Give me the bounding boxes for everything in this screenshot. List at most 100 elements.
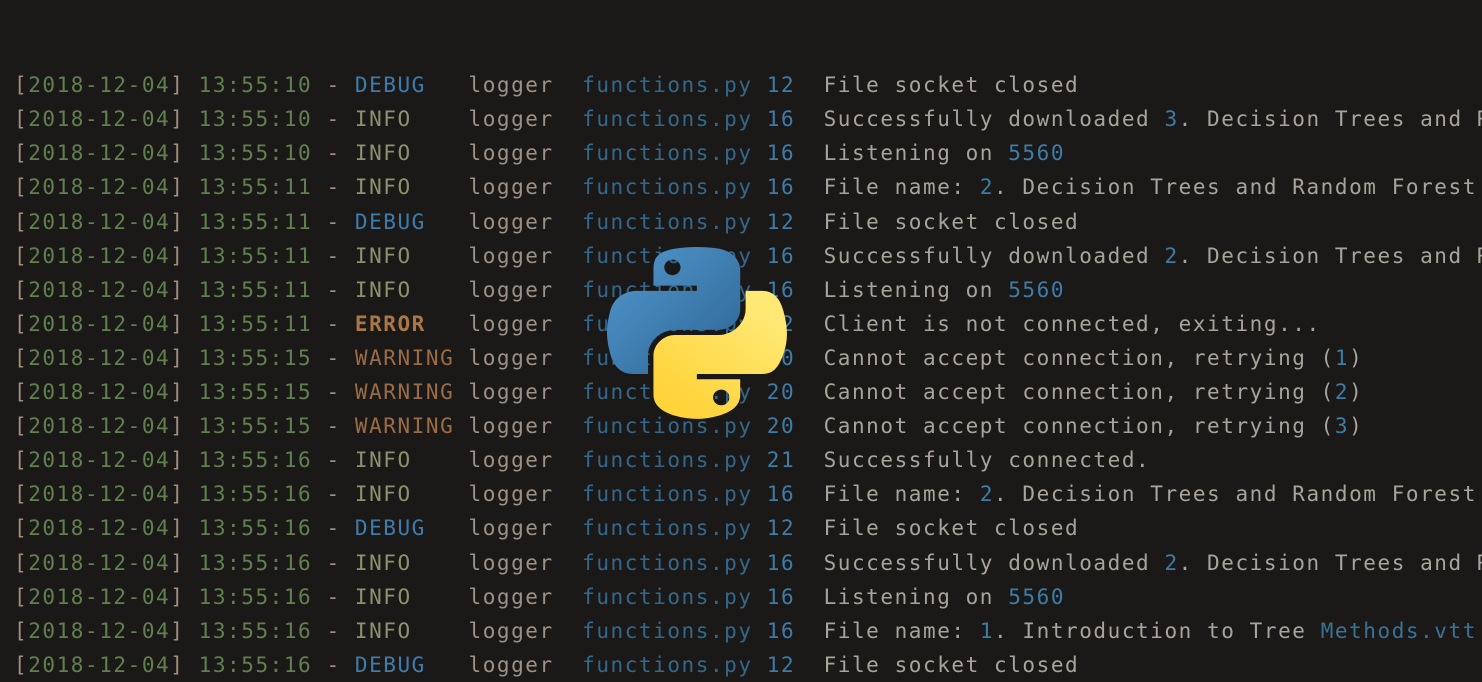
log-message-segment: . Decision Trees and Random Forest — [994, 175, 1477, 200]
log-message-segment: Cannot accept connection, retrying ( — [823, 380, 1335, 405]
log-time: 13:55:16 — [198, 584, 313, 609]
terminal-console[interactable]: [2018-12-04] 13:55:10 - DEBUG logger fun… — [0, 0, 1482, 682]
source-file: functions.py — [582, 141, 753, 166]
log-message: File name: 2. Decision Trees and Random … — [824, 175, 1477, 199]
log-message: Successfully downloaded 3. Decision Tree… — [824, 107, 1482, 131]
log-time: 13:55:16 — [198, 550, 313, 575]
log-message-segment: Successfully connected. — [823, 448, 1151, 473]
source-file: functions.py — [582, 448, 753, 473]
separator-dash: - — [312, 175, 355, 200]
log-row: [2018-12-04] 13:55:11 - DEBUG logger fun… — [14, 205, 1482, 239]
timestamp-bracket-close: ] — [170, 618, 185, 643]
separator-dash: - — [312, 448, 355, 473]
source-file: functions.py — [582, 516, 753, 541]
timestamp-bracket-open: [ — [14, 380, 29, 405]
log-message-segment: 2 — [979, 175, 995, 200]
line-number: 16 — [766, 277, 796, 302]
log-message-segment: 2 — [1164, 550, 1179, 575]
log-date: 2018-12-04 — [28, 618, 171, 643]
log-message-segment: 2 — [1164, 243, 1179, 268]
log-output: [2018-12-04] 13:55:10 - DEBUG logger fun… — [14, 68, 1482, 682]
timestamp-bracket-close: ] — [170, 482, 185, 507]
timestamp-bracket-open: [ — [14, 652, 29, 677]
log-level: INFO — [354, 482, 469, 507]
source-file: functions.py — [582, 243, 753, 268]
timestamp-bracket-close: ] — [170, 209, 185, 234]
source-file: functions.py — [582, 584, 753, 609]
log-row: [2018-12-04] 13:55:16 - INFO logger func… — [14, 580, 1482, 614]
log-message-segment: 5560 — [1008, 141, 1066, 166]
timestamp-bracket-open: [ — [14, 243, 29, 268]
separator-dash: - — [312, 516, 355, 541]
logger-name: logger — [468, 550, 583, 575]
separator-dash: - — [312, 107, 355, 132]
log-message: Successfully downloaded 2. Decision Tree… — [824, 551, 1482, 575]
log-date: 2018-12-04 — [28, 141, 171, 166]
timestamp-bracket-open: [ — [14, 277, 29, 302]
line-number: 21 — [766, 448, 796, 473]
source-file: functions.py — [582, 73, 753, 98]
timestamp-bracket-open: [ — [14, 107, 29, 132]
separator-dash: - — [312, 311, 355, 336]
log-message-segment: 3 — [1164, 107, 1179, 132]
source-file: functions.py — [582, 414, 753, 439]
timestamp-bracket-close: ] — [170, 652, 185, 677]
source-file: functions.py — [582, 380, 753, 405]
logger-name: logger — [468, 243, 583, 268]
log-date: 2018-12-04 — [28, 550, 171, 575]
log-date: 2018-12-04 — [28, 311, 171, 336]
log-message-segment: Cannot accept connection, retrying ( — [823, 414, 1335, 439]
log-time: 13:55:11 — [198, 209, 313, 234]
log-message: File socket closed — [824, 73, 1080, 97]
log-message-segment: . Decision Trees and Random Forest — [994, 482, 1477, 507]
separator-dash: - — [312, 414, 355, 439]
line-number: 16 — [766, 107, 796, 132]
logger-name: logger — [468, 209, 583, 234]
timestamp-bracket-close: ] — [170, 550, 185, 575]
logger-name: logger — [468, 652, 583, 677]
log-message-segment: Successfully downloaded — [823, 550, 1165, 575]
line-number: 12 — [766, 73, 796, 98]
log-time: 13:55:10 — [198, 73, 313, 98]
separator-dash: - — [312, 73, 355, 98]
log-level: WARNING — [354, 345, 469, 370]
logger-name: logger — [468, 73, 583, 98]
log-message: File name: 1. Introduction to Tree Metho… — [824, 619, 1477, 643]
timestamp-bracket-close: ] — [170, 141, 185, 166]
separator-dash: - — [312, 243, 355, 268]
line-number: 16 — [766, 550, 796, 575]
source-file: functions.py — [582, 482, 753, 507]
separator-dash: - — [312, 345, 355, 370]
log-message: File socket closed — [824, 516, 1080, 540]
timestamp-bracket-close: ] — [170, 345, 185, 370]
log-message-segment: Methods.vtt — [1320, 618, 1477, 643]
line-number: 20 — [766, 345, 796, 370]
log-level: WARNING — [354, 380, 469, 405]
log-row: [2018-12-04] 13:55:11 - INFO logger func… — [14, 170, 1482, 204]
timestamp-bracket-close: ] — [170, 107, 185, 132]
logger-name: logger — [468, 175, 583, 200]
separator-dash: - — [312, 482, 355, 507]
log-date: 2018-12-04 — [28, 652, 171, 677]
source-file: functions.py — [582, 209, 753, 234]
